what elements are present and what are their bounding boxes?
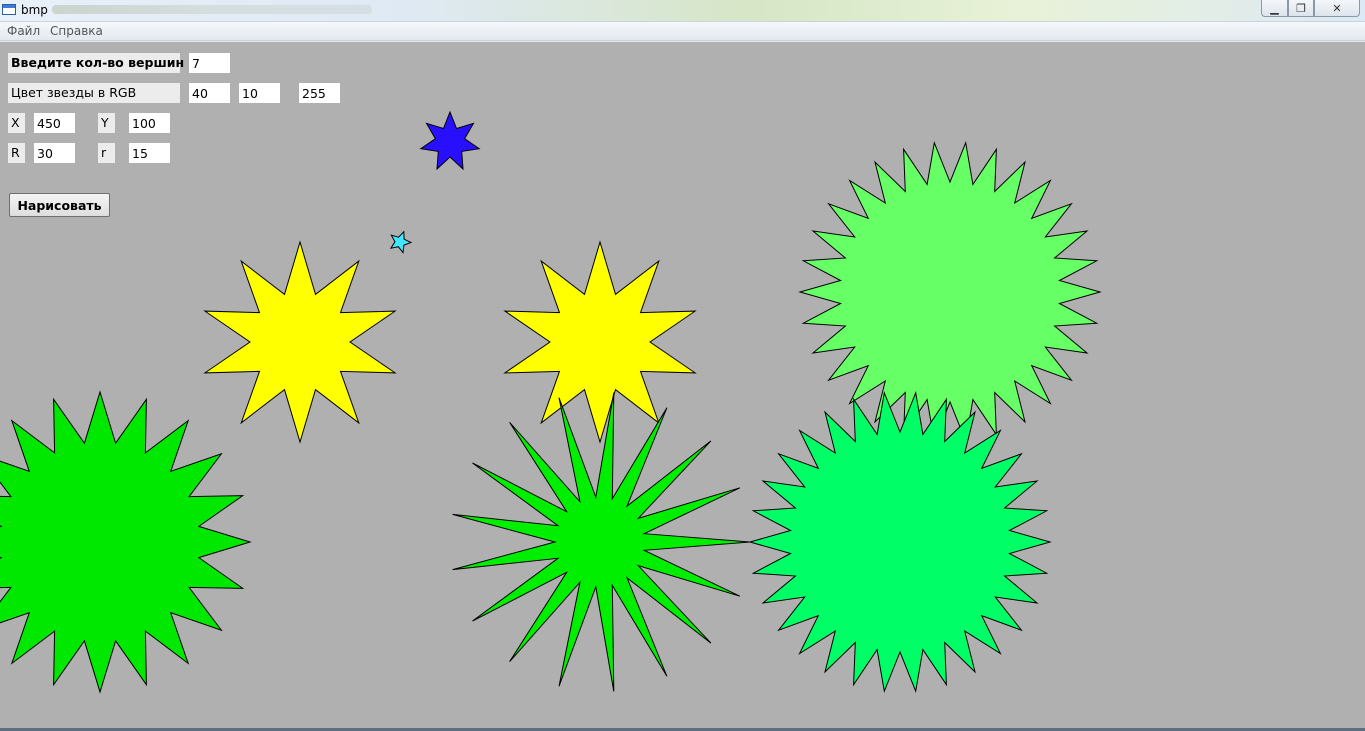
x-input[interactable] — [34, 113, 75, 133]
star-shape — [748, 390, 1052, 694]
inner-radius-label: r — [98, 143, 115, 163]
star-shape — [203, 240, 397, 444]
outer-radius-label: R — [8, 143, 25, 163]
outer-radius-input[interactable] — [34, 143, 75, 163]
menu-help[interactable]: Справка — [50, 24, 103, 38]
restore-button[interactable]: ❐ — [1288, 0, 1314, 17]
vertices-label: Введите кол-во вершин — [8, 53, 184, 73]
menu-bar: Файл Справка — [0, 22, 1365, 41]
close-icon: ✕ — [1332, 1, 1342, 15]
minimize-icon: ▁ — [1270, 1, 1279, 15]
star-shape — [389, 230, 413, 254]
star-shape — [503, 240, 697, 444]
vertices-input[interactable] — [189, 53, 230, 73]
app-window-icon — [2, 4, 16, 15]
inner-radius-input[interactable] — [129, 143, 170, 163]
restore-icon: ❐ — [1296, 1, 1306, 15]
app-window: bmp ▁ ❐ ✕ Файл Справка Введите кол-во ве… — [0, 0, 1365, 731]
y-label: Y — [98, 113, 115, 133]
color-red-input[interactable] — [189, 83, 230, 103]
draw-button[interactable]: Нарисовать — [9, 193, 110, 217]
client-area: Введите кол-во вершин Цвет звезды в RGB … — [0, 41, 1365, 729]
star-shape — [0, 390, 252, 694]
blurred-title-region — [52, 5, 372, 14]
menu-file[interactable]: Файл — [7, 24, 40, 38]
star-shape — [419, 110, 481, 171]
window-title: bmp — [21, 3, 48, 17]
minimize-button[interactable]: ▁ — [1261, 0, 1288, 17]
y-input[interactable] — [129, 113, 170, 133]
color-green-input[interactable] — [239, 83, 280, 103]
color-label: Цвет звезды в RGB — [8, 83, 180, 103]
color-blue-input[interactable] — [299, 83, 340, 103]
star-shape — [798, 140, 1102, 444]
close-button[interactable]: ✕ — [1314, 0, 1360, 17]
title-bar[interactable]: bmp ▁ ❐ ✕ — [0, 0, 1365, 22]
drawing-canvas — [0, 110, 1102, 694]
x-label: X — [8, 113, 25, 133]
